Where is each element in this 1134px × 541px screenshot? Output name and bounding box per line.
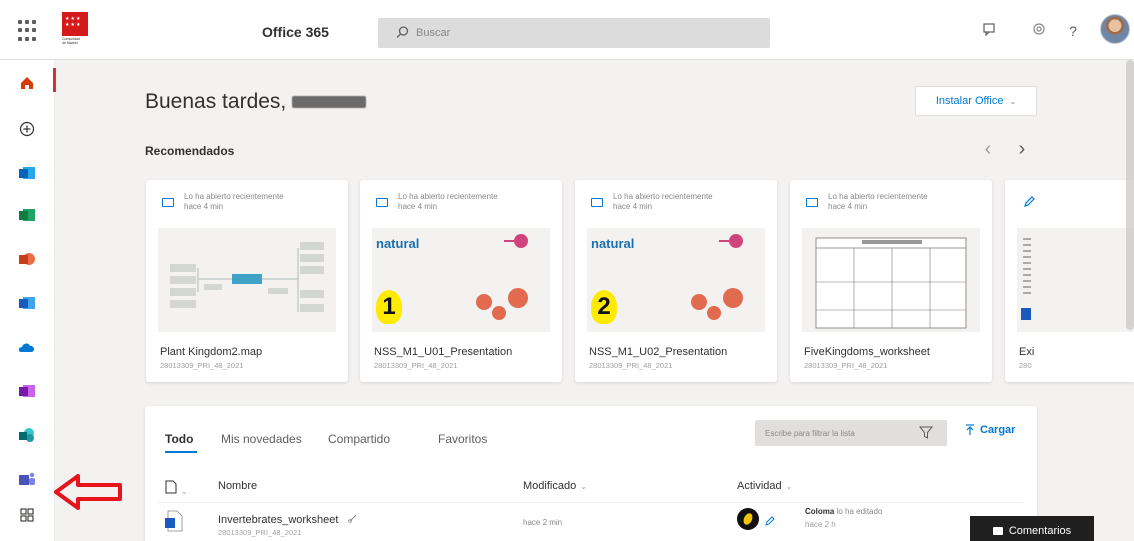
chevron-down-icon: ⌄ bbox=[785, 482, 793, 491]
activity-time: hace 2 h bbox=[805, 520, 836, 529]
badge-icon bbox=[514, 234, 528, 248]
install-office-button[interactable]: Instalar Office ⌄ bbox=[915, 86, 1037, 116]
red-arrow-annotation bbox=[54, 474, 122, 510]
chevron-down-icon: ⌄ bbox=[181, 487, 188, 496]
tab-todo[interactable]: Todo bbox=[165, 432, 193, 446]
card-location: 28013309_PRI_48_2021 bbox=[374, 361, 458, 370]
folder-icon bbox=[376, 198, 388, 207]
onedrive-icon[interactable] bbox=[12, 332, 42, 362]
card-location: 28013309_PRI_48_2021 bbox=[589, 361, 673, 370]
waffle-icon[interactable] bbox=[18, 20, 40, 42]
column-activity[interactable]: Actividad ⌄ bbox=[737, 480, 792, 492]
card-file-name[interactable]: NSS_M1_U02_Presentation bbox=[589, 346, 727, 358]
filter-input[interactable] bbox=[765, 424, 905, 442]
file-modified: hace 2 min bbox=[523, 518, 563, 527]
brand-label: natural bbox=[591, 236, 635, 251]
avatar[interactable] bbox=[1100, 14, 1130, 44]
brand-label: natural bbox=[376, 236, 420, 251]
filter-box[interactable] bbox=[755, 420, 947, 446]
app-title[interactable]: Office 365 bbox=[262, 24, 329, 40]
document-icon bbox=[165, 480, 177, 494]
excel-icon[interactable] bbox=[12, 200, 42, 230]
activity-text: Coloma lo ha editado bbox=[805, 507, 883, 516]
share-icon bbox=[347, 514, 356, 523]
card-thumbnail bbox=[802, 228, 980, 332]
redacted-name bbox=[292, 96, 367, 109]
next-arrow-icon[interactable]: › bbox=[1012, 138, 1032, 161]
card-file-name[interactable]: NSS_M1_U01_Presentation bbox=[374, 346, 512, 358]
recommended-card[interactable]: Lo ha abierto recientemente hace 4 min na… bbox=[575, 180, 777, 382]
tab-favoritos[interactable]: Favoritos bbox=[438, 432, 487, 446]
settings-icon[interactable] bbox=[1030, 22, 1048, 40]
card-thumbnail bbox=[158, 228, 336, 332]
help-icon[interactable]: ? bbox=[1064, 22, 1082, 40]
file-name[interactable]: Invertebrates_worksheet bbox=[218, 513, 358, 526]
card-thumbnail: natural 1 bbox=[372, 228, 550, 332]
edit-icon bbox=[765, 516, 775, 526]
comment-icon bbox=[992, 527, 1003, 535]
powerpoint-icon[interactable] bbox=[12, 244, 42, 274]
create-icon[interactable] bbox=[12, 114, 42, 144]
feedback-icon[interactable] bbox=[980, 22, 998, 40]
folder-icon bbox=[591, 198, 603, 207]
recommended-card-partial[interactable]: Exi 280 bbox=[1005, 180, 1134, 382]
card-activity: Lo ha abierto recientemente hace 4 min bbox=[374, 192, 559, 212]
upload-icon bbox=[966, 424, 974, 435]
onenote-icon[interactable] bbox=[12, 376, 42, 406]
upload-button[interactable]: Cargar bbox=[965, 424, 1015, 436]
card-file-name[interactable]: FiveKingdoms_worksheet bbox=[804, 346, 930, 358]
files-panel: Todo Mis novedades Compartido Favoritos … bbox=[145, 406, 1037, 541]
active-tab-underline bbox=[165, 451, 197, 453]
user-avatar bbox=[737, 508, 759, 530]
tab-mis-novedades[interactable]: Mis novedades bbox=[221, 432, 302, 446]
recommended-card[interactable]: Lo ha abierto recientemente hace 4 min Fi… bbox=[790, 180, 992, 382]
card-file-name[interactable]: Exi bbox=[1019, 346, 1034, 358]
all-apps-icon[interactable] bbox=[12, 500, 42, 530]
file-location: 28013309_PRI_48_2021 bbox=[218, 528, 302, 537]
card-activity: Lo ha abierto recientemente hace 4 min bbox=[804, 192, 989, 212]
badge-icon bbox=[729, 234, 743, 248]
edit-icon bbox=[1024, 196, 1035, 207]
previous-arrow-icon[interactable]: ‹ bbox=[978, 138, 998, 161]
column-name[interactable]: Nombre bbox=[218, 480, 257, 492]
scrollbar[interactable] bbox=[1126, 60, 1134, 330]
tab-compartido[interactable]: Compartido bbox=[328, 432, 390, 446]
office-home-page: Comunidadde Madrid Office 365 ? bbox=[0, 0, 1134, 541]
card-activity: Lo ha abierto recientemente hace 4 min bbox=[160, 192, 345, 212]
unit-number: 1 bbox=[376, 290, 402, 324]
card-activity: Lo ha abierto recientemente hace 4 min bbox=[589, 192, 774, 212]
outlook-icon[interactable] bbox=[12, 158, 42, 188]
recommended-card[interactable]: Lo ha abierto recientemente hace 4 min Pl… bbox=[146, 180, 348, 382]
folder-icon bbox=[806, 198, 818, 207]
card-file-name[interactable]: Plant Kingdom2.map bbox=[160, 346, 262, 358]
greeting: Buenas tardes, bbox=[145, 90, 367, 114]
card-location: 28013309_PRI_48_2021 bbox=[160, 361, 244, 370]
recommended-title: Recomendados bbox=[145, 144, 235, 158]
chevron-down-icon: ⌄ bbox=[1009, 96, 1017, 106]
home-icon[interactable] bbox=[12, 68, 42, 98]
folder-icon bbox=[162, 198, 174, 207]
recommended-card[interactable]: Lo ha abierto recientemente hace 4 min na… bbox=[360, 180, 562, 382]
home-selected-indicator bbox=[53, 68, 56, 92]
divider bbox=[159, 502, 1023, 503]
card-thumbnail: natural 2 bbox=[587, 228, 765, 332]
comments-button[interactable]: Comentarios bbox=[970, 516, 1094, 541]
word-icon[interactable] bbox=[12, 288, 42, 318]
chevron-down-icon: ⌄ bbox=[580, 482, 587, 491]
file-type-header[interactable]: ⌄ bbox=[165, 480, 188, 497]
community-madrid-logo[interactable]: Comunidadde Madrid bbox=[62, 12, 88, 46]
card-location: 28013309_PRI_48_2021 bbox=[804, 361, 888, 370]
teams-icon[interactable] bbox=[12, 464, 42, 494]
column-modified[interactable]: Modificado ⌄ bbox=[523, 480, 587, 492]
top-bar: Comunidadde Madrid Office 365 ? bbox=[0, 0, 1134, 60]
word-document-icon bbox=[165, 510, 183, 532]
card-location: 280 bbox=[1019, 361, 1032, 370]
search-icon bbox=[396, 26, 409, 38]
sharepoint-icon[interactable] bbox=[12, 420, 42, 450]
search-input[interactable] bbox=[416, 23, 756, 43]
left-rail bbox=[0, 60, 55, 541]
filter-icon[interactable] bbox=[919, 426, 933, 439]
search-box[interactable] bbox=[378, 18, 770, 48]
unit-number: 2 bbox=[591, 290, 617, 324]
